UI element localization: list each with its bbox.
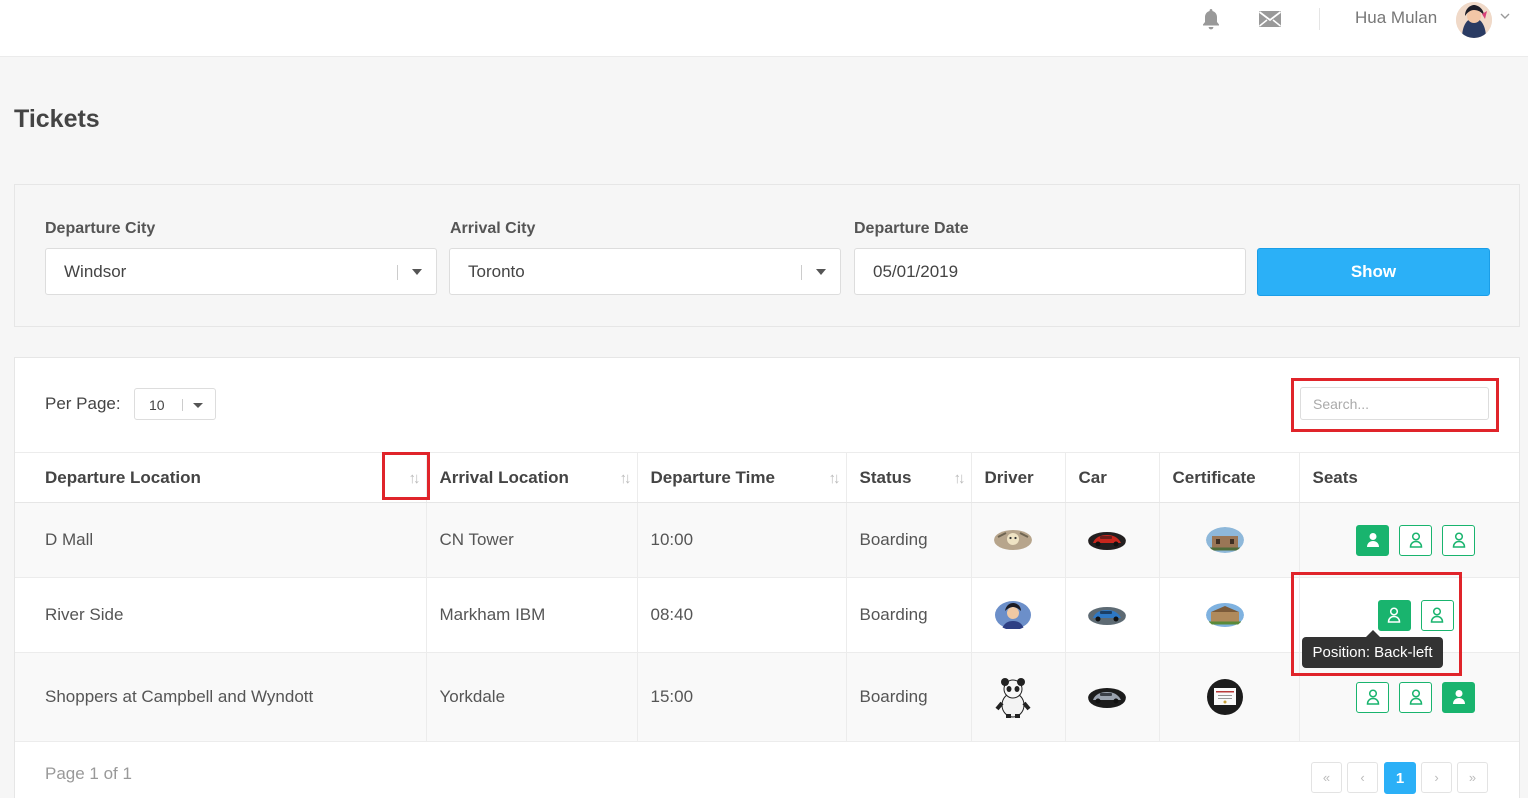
chevron-down-icon[interactable] [1499, 9, 1511, 27]
column-header-label: Departure Location [45, 467, 201, 487]
column-header-label: Arrival Location [439, 467, 569, 487]
user-icon [1366, 533, 1379, 547]
seat-button[interactable] [1399, 524, 1433, 556]
caret-down-icon [193, 403, 203, 408]
select-separator [397, 265, 398, 280]
user-icon [1409, 532, 1423, 548]
certificate-photo[interactable] [1205, 527, 1244, 553]
column-header-driver: Driver [970, 452, 1065, 503]
column-header-label: Departure Time [650, 467, 775, 487]
seat-button[interactable] [1399, 681, 1433, 713]
driver-photo[interactable] [994, 600, 1032, 630]
seat-button[interactable] [1442, 681, 1476, 713]
highlight-box-seats [1291, 572, 1462, 676]
user-icon [1366, 689, 1380, 705]
departure-city-select[interactable]: Windsor [45, 248, 437, 295]
column-header-seats: Seats [1298, 452, 1519, 503]
departure-location-cell: River Side [15, 577, 426, 653]
next-page-button[interactable]: › [1421, 762, 1452, 793]
departure-time-cell: 08:40 [636, 577, 846, 653]
select-separator [801, 265, 802, 280]
certificate-cell [1158, 577, 1299, 653]
highlight-box-search [1291, 378, 1499, 432]
arrival-city-value: Toronto [468, 262, 525, 281]
user-icon [1452, 690, 1465, 704]
per-page-value: 10 [149, 397, 165, 413]
departure-date-value: 05/01/2019 [873, 262, 959, 281]
prev-page-button[interactable]: ‹ [1347, 762, 1378, 793]
mail-icon[interactable] [1257, 6, 1283, 32]
seat-button[interactable] [1442, 524, 1476, 556]
arrival-location-cell: Yorkdale [425, 652, 637, 742]
certificate-cell [1158, 652, 1299, 742]
select-separator [182, 399, 183, 411]
column-header-arrival-location[interactable]: Arrival Location ↑↓ [425, 452, 637, 503]
seat-button[interactable] [1356, 524, 1390, 556]
user-icon [1452, 532, 1466, 548]
certificate-photo[interactable] [1206, 678, 1244, 716]
page-1-button[interactable]: 1 [1384, 762, 1416, 794]
column-header-car: Car [1064, 452, 1159, 503]
per-page-select[interactable]: 10 [134, 388, 216, 420]
arrival-location-cell: Markham IBM [425, 577, 637, 653]
car-photo[interactable] [1087, 527, 1126, 553]
top-bar: Hua Mulan [0, 0, 1528, 57]
status-cell: Boarding [845, 577, 971, 653]
driver-photo[interactable] [994, 675, 1032, 719]
departure-city-value: Windsor [64, 262, 127, 281]
departure-time-cell: 15:00 [636, 652, 846, 742]
user-avatar[interactable] [1456, 2, 1492, 38]
certificate-cell [1158, 502, 1299, 578]
caret-down-icon [412, 269, 422, 275]
car-cell [1064, 502, 1159, 578]
status-cell: Boarding [845, 502, 971, 578]
seat-button[interactable] [1356, 681, 1390, 713]
sort-icon[interactable]: ↑↓ [620, 470, 632, 487]
column-header-status[interactable]: Status ↑↓ [845, 452, 971, 503]
seat-group [1313, 524, 1520, 556]
column-header-departure-location[interactable]: Departure Location ↑↓ [15, 452, 426, 503]
driver-photo[interactable] [993, 527, 1032, 553]
header-divider [1319, 8, 1320, 30]
departure-time-cell: 10:00 [636, 502, 846, 578]
first-page-button[interactable]: « [1311, 762, 1342, 793]
column-header-departure-time[interactable]: Departure Time ↑↓ [636, 452, 846, 503]
arrival-location-cell: CN Tower [425, 502, 637, 578]
table-row: D Mall CN Tower 10:00 Boarding [15, 502, 1520, 578]
highlight-box-sort [382, 452, 430, 500]
user-icon [1409, 689, 1423, 705]
column-header-label: Status [859, 467, 912, 487]
caret-down-icon [816, 269, 826, 275]
table-header-row: Departure Location ↑↓ Arrival Location ↑↓ … [15, 452, 1519, 503]
show-button[interactable]: Show [1257, 248, 1490, 296]
departure-location-cell: D Mall [15, 502, 426, 578]
per-page-label: Per Page: [45, 394, 121, 413]
car-photo[interactable] [1087, 684, 1126, 710]
last-page-button[interactable]: » [1457, 762, 1488, 793]
status-cell: Boarding [845, 652, 971, 742]
arrival-city-label: Arrival City [450, 220, 536, 237]
arrival-city-select[interactable]: Toronto [449, 248, 841, 295]
column-header-certificate: Certificate [1158, 452, 1299, 503]
departure-location-cell: Shoppers at Campbell and Wyndott [15, 652, 426, 742]
sort-icon[interactable]: ↑↓ [829, 470, 841, 487]
page-info: Page 1 of 1 [45, 764, 132, 783]
car-photo[interactable] [1087, 602, 1126, 628]
driver-cell [970, 652, 1065, 742]
driver-cell [970, 502, 1065, 578]
page-title: Tickets [14, 105, 100, 133]
car-cell [1064, 577, 1159, 653]
certificate-photo[interactable] [1205, 602, 1244, 628]
driver-cell [970, 577, 1065, 653]
car-cell [1064, 652, 1159, 742]
seats-cell [1298, 502, 1520, 578]
departure-date-label: Departure Date [854, 220, 969, 237]
bell-icon[interactable] [1198, 6, 1224, 32]
seat-group [1313, 681, 1520, 713]
user-name[interactable]: Hua Mulan [1355, 8, 1437, 28]
departure-city-label: Departure City [45, 220, 156, 237]
departure-date-input[interactable]: 05/01/2019 [854, 248, 1246, 295]
sort-icon[interactable]: ↑↓ [954, 470, 966, 487]
